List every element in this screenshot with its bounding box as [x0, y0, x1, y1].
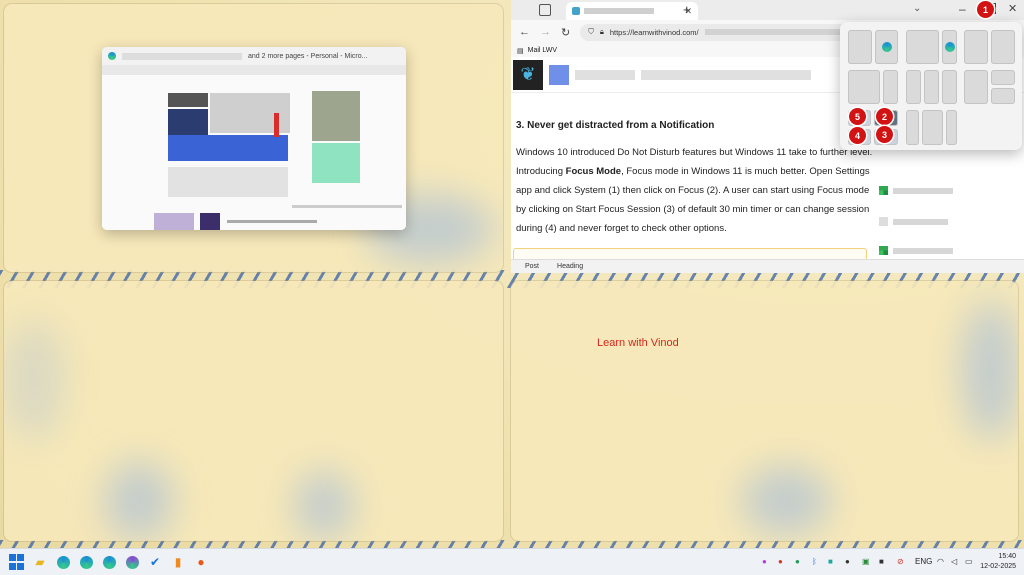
- battery-icon[interactable]: ▭: [965, 557, 973, 566]
- tray-app-icon[interactable]: ●: [778, 557, 783, 566]
- taskbar: ▰ ✔ ▮ ● ● ● ● ᛒ ■ ● ▣ ■ ⊘ ENG ◠ ◁ ▭ 15:4…: [0, 548, 1024, 575]
- background-blur: [961, 301, 1018, 441]
- snap-zone[interactable]: [883, 70, 898, 104]
- edge-icon[interactable]: [78, 554, 94, 570]
- site-favicon: [572, 7, 580, 15]
- snap-zone[interactable]: [906, 70, 921, 104]
- edge-icon[interactable]: [55, 554, 71, 570]
- snap-zone[interactable]: [906, 110, 919, 145]
- snap-zone[interactable]: [942, 30, 957, 64]
- snap-zone[interactable]: [906, 30, 939, 64]
- clock[interactable]: 15:40 12-02-2025: [980, 552, 1016, 572]
- snap-assist-zone-bottom-left[interactable]: [4, 281, 503, 541]
- edge-dev-icon[interactable]: [124, 554, 140, 570]
- thumbnail-titlebar: and 2 more pages - Personal - Micro...: [102, 47, 406, 65]
- watermark-text: Learn with Vinod: [597, 337, 679, 349]
- tray-app-icon[interactable]: ▣: [862, 557, 870, 566]
- thumbnail-title: and 2 more pages - Personal - Micro...: [248, 52, 368, 60]
- refresh-icon[interactable]: ↻: [561, 26, 570, 39]
- status-heading[interactable]: Heading: [557, 263, 583, 270]
- favorite-mail-lwv[interactable]: Mail LWV: [528, 47, 557, 54]
- snap-zone[interactable]: [848, 30, 872, 64]
- snap-zone[interactable]: [991, 70, 1015, 85]
- background-blur: [741, 466, 831, 536]
- edge-icon: [108, 52, 116, 60]
- start-button[interactable]: [8, 554, 24, 570]
- background-blur: [104, 461, 174, 541]
- annotation-badge-2: 2: [876, 108, 893, 125]
- background-blur: [4, 321, 64, 441]
- thumbnail-content: [102, 65, 406, 230]
- bluetooth-icon[interactable]: ᛒ: [812, 557, 817, 566]
- snap-zone[interactable]: [922, 110, 943, 145]
- snap-zone[interactable]: [946, 110, 957, 145]
- tray-app-icon[interactable]: ●: [762, 557, 767, 566]
- edge-icon: [882, 42, 892, 52]
- clock-date: 12-02-2025: [980, 563, 1016, 570]
- header-blur: [575, 69, 635, 80]
- url-text: https://learnwithvinod.com/: [609, 27, 699, 37]
- firefox-icon[interactable]: ●: [193, 554, 209, 570]
- volume-icon[interactable]: ◁: [951, 557, 957, 566]
- snap-zone[interactable]: [964, 30, 988, 64]
- back-icon[interactable]: ←: [519, 26, 530, 38]
- annotation-badge-1: 1: [977, 1, 994, 18]
- status-bar: Post Heading: [511, 259, 1024, 273]
- annotation-badge-5: 5: [849, 108, 866, 125]
- annotation-badge-3: 3: [876, 126, 893, 143]
- browser-tab[interactable]: ✕: [566, 2, 698, 20]
- thumbnail-title-blur: [122, 52, 242, 60]
- minimize-button[interactable]: –: [959, 2, 966, 16]
- todo-icon[interactable]: ✔: [147, 554, 163, 570]
- snap-zone[interactable]: [964, 70, 988, 104]
- shield-icon: ⛉: [588, 27, 594, 36]
- wifi-icon[interactable]: ◠: [937, 557, 944, 566]
- tab-actions-icon[interactable]: [539, 4, 551, 16]
- clock-time: 15:40: [998, 553, 1016, 560]
- annotation-badge-4: 4: [849, 127, 866, 144]
- tray-app-icon[interactable]: ●: [795, 557, 800, 566]
- tray-app-icon[interactable]: ■: [879, 557, 884, 566]
- bookmark-icon: ▤: [517, 47, 524, 55]
- tray-app-icon[interactable]: ●: [845, 557, 850, 566]
- snap-zone[interactable]: [991, 88, 1015, 104]
- snap-zone[interactable]: [942, 70, 957, 104]
- tray-app-icon[interactable]: ⊘: [897, 557, 904, 566]
- snap-zone[interactable]: [991, 30, 1015, 64]
- edge-icon: [945, 42, 955, 52]
- article-body: 3. Never get distracted from a Notificat…: [511, 116, 876, 238]
- new-tab-button[interactable]: +: [683, 2, 691, 17]
- tab-bar: ✕ + ⌄ – ✕: [511, 0, 1024, 20]
- header-blur: [641, 69, 811, 80]
- lock-icon: 🔒︎: [599, 27, 604, 36]
- background-blur: [294, 471, 354, 541]
- edge-icon[interactable]: [101, 554, 117, 570]
- chevron-down-icon[interactable]: ⌄: [913, 3, 921, 14]
- close-button[interactable]: ✕: [1008, 2, 1017, 15]
- header-image: [549, 64, 569, 85]
- site-logo[interactable]: ❦: [513, 59, 543, 90]
- widget-icon: [879, 246, 888, 255]
- tray-app-icon[interactable]: ■: [828, 557, 833, 566]
- tab-title-blur: [584, 8, 654, 14]
- snap-zone[interactable]: [924, 70, 939, 104]
- snap-zone[interactable]: [875, 30, 898, 64]
- snap-layouts-flyout: [840, 22, 1022, 150]
- chart-app-icon[interactable]: ▮: [170, 554, 186, 570]
- widget-icon: [879, 217, 888, 226]
- widget-icon: [879, 186, 888, 195]
- forward-icon[interactable]: →: [540, 26, 551, 38]
- snap-assist-zone-bottom-right[interactable]: [511, 281, 1018, 541]
- window-thumbnail[interactable]: and 2 more pages - Personal - Micro...: [102, 47, 406, 230]
- file-explorer-icon[interactable]: ▰: [32, 554, 48, 570]
- article-paragraph: Windows 10 introduced Do Not Disturb fea…: [516, 147, 873, 234]
- snap-zone[interactable]: [848, 70, 880, 104]
- article-heading: 3. Never get distracted from a Notificat…: [516, 120, 715, 131]
- status-post[interactable]: Post: [525, 263, 539, 270]
- language-indicator[interactable]: ENG: [915, 557, 932, 566]
